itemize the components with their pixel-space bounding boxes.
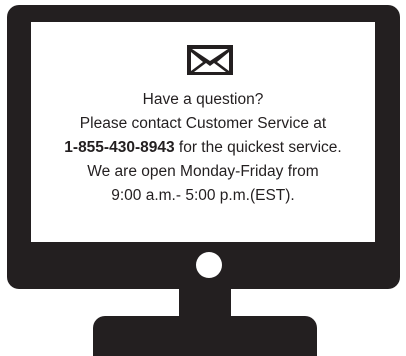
monitor-base	[93, 316, 317, 356]
phone-line-suffix: for the quickest service.	[174, 139, 342, 156]
power-button-dot	[196, 252, 222, 278]
phone-number[interactable]: 1-855-430-8943	[64, 139, 174, 156]
contact-instruction: Please contact Customer Service at	[79, 115, 327, 132]
phone-line: 1-855-430-8943 for the quickest service.	[31, 136, 375, 160]
monitor-neck	[179, 289, 231, 319]
hours-intro: We are open Monday-Friday from	[87, 163, 319, 180]
question-heading: Have a question?	[142, 91, 264, 108]
mail-envelope-icon	[187, 45, 233, 75]
hours-time: 9:00 a.m.- 5:00 p.m.(EST).	[111, 187, 295, 204]
contact-message: Have a question? Please contact Customer…	[31, 88, 375, 208]
